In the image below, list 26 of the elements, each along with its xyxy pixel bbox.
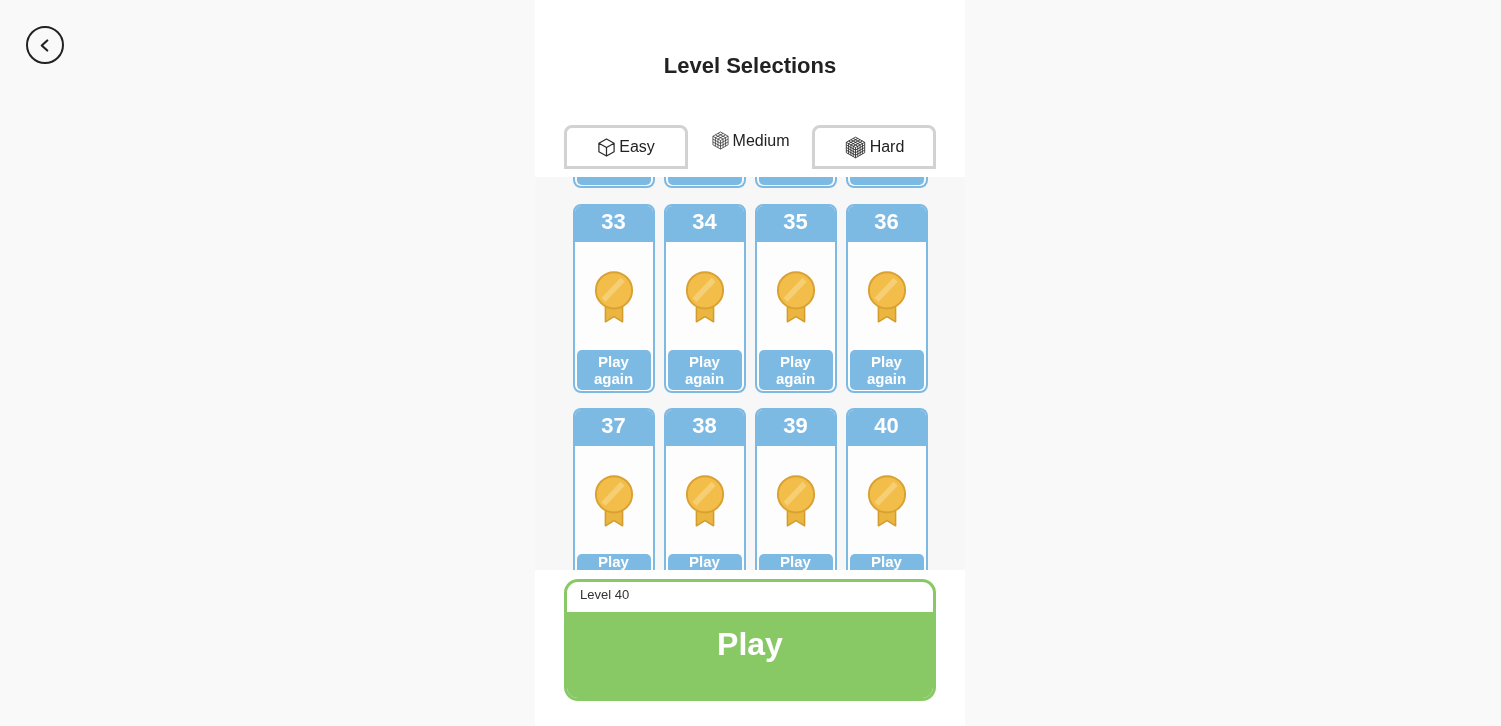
back-button[interactable] <box>26 26 64 64</box>
play-again-button[interactable]: Play <box>758 554 833 570</box>
level-label: Level 40 <box>579 586 631 604</box>
level-number: 36 <box>847 206 926 242</box>
cube-grid-icon <box>843 135 867 159</box>
difficulty-tab[interactable]: Easy <box>564 125 688 169</box>
play-again-button[interactable]: Play <box>576 554 651 570</box>
cube-icon <box>597 137 617 157</box>
play-again-button[interactable]: Play again <box>849 350 924 390</box>
play-again-button[interactable]: Play again <box>667 350 742 390</box>
level-number: 37 <box>574 410 653 446</box>
chevron-left-icon <box>38 38 50 52</box>
difficulty-tab[interactable]: Hard <box>812 125 936 169</box>
level-number: 35 <box>756 206 835 242</box>
play-button[interactable]: Play <box>567 612 933 698</box>
level-number: 40 <box>847 410 926 446</box>
play-again-button[interactable]: Play again <box>758 350 833 390</box>
page-title: Level Selections <box>663 52 837 80</box>
cube-grid-icon <box>710 131 730 150</box>
level-number: 38 <box>665 410 744 446</box>
play-again-button[interactable]: Play <box>849 554 924 570</box>
play-again-button[interactable]: Play again <box>576 350 651 390</box>
play-again-button[interactable]: Play <box>667 554 742 570</box>
level-number: 39 <box>756 410 835 446</box>
level-number: 34 <box>665 206 744 242</box>
level-number: 33 <box>574 206 653 242</box>
